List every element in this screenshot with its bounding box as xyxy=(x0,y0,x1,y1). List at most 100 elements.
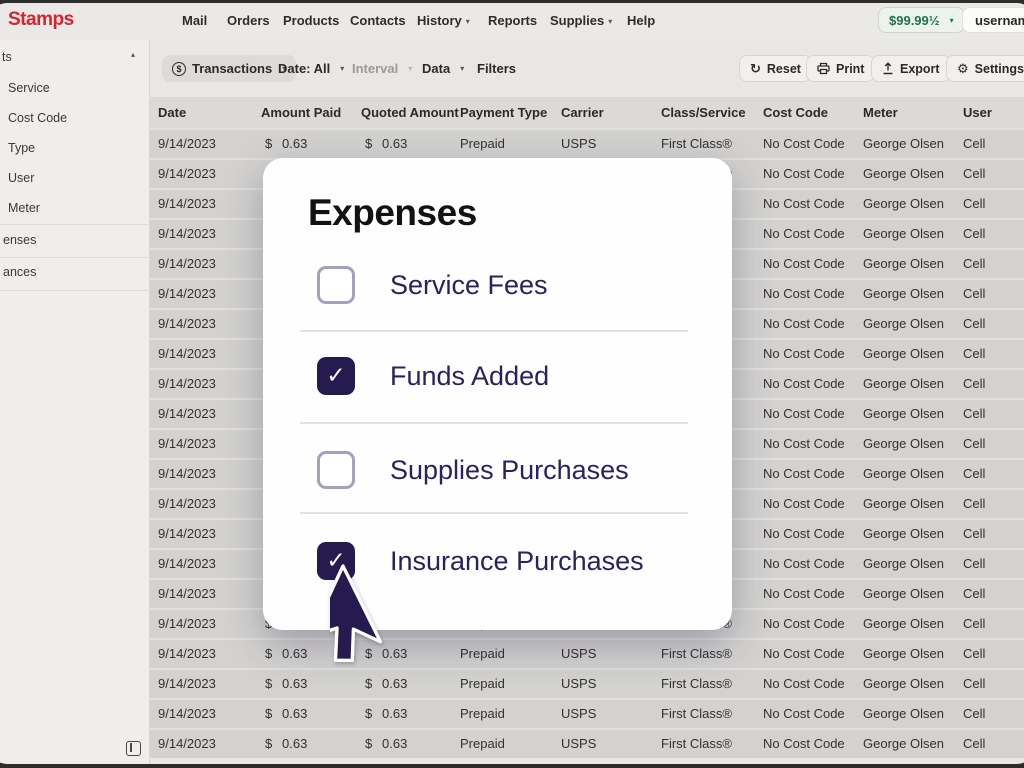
column-header-quoted_amount[interactable]: Quoted Amount xyxy=(361,97,459,128)
cell-meter: George Olsen xyxy=(863,310,944,338)
nav-item-reports[interactable]: Reports xyxy=(488,13,537,28)
cell-user: Cell xyxy=(963,430,985,458)
cell-payment_type: Prepaid xyxy=(460,670,505,698)
nav-item-contacts[interactable]: Contacts xyxy=(350,13,406,28)
checkbox-supplies-purchases[interactable] xyxy=(317,451,355,489)
cell-cost_code: No Cost Code xyxy=(763,430,845,458)
nav-item-orders[interactable]: Orders xyxy=(227,13,270,28)
sidebar-item-user[interactable]: User xyxy=(8,171,34,185)
cell-quoted_amount-currency: $ xyxy=(365,700,372,728)
option-label-insurance-purchases[interactable]: Insurance Purchases xyxy=(390,542,644,580)
column-header-date[interactable]: Date xyxy=(158,97,186,128)
option-label-supplies-purchases[interactable]: Supplies Purchases xyxy=(390,451,629,489)
cell-amount_paid: 0.63 xyxy=(282,670,307,698)
cell-cost_code: No Cost Code xyxy=(763,370,845,398)
checkbox-service-fees[interactable] xyxy=(317,266,355,304)
settings-button[interactable]: ⚙ Settings xyxy=(946,55,1024,82)
cell-amount_paid-currency: $ xyxy=(265,640,272,668)
export-button[interactable]: Export xyxy=(871,55,951,82)
sidebar-item-ances[interactable]: ances xyxy=(3,265,36,279)
transactions-dropdown[interactable]: $ Transactions ▾ xyxy=(162,55,296,82)
cell-date: 9/14/2023 xyxy=(158,730,216,758)
data-label: Data xyxy=(422,61,450,76)
cell-meter: George Olsen xyxy=(863,700,944,728)
cell-date: 9/14/2023 xyxy=(158,460,216,488)
checkbox-insurance-purchases[interactable]: ✓ xyxy=(317,542,355,580)
cell-meter: George Olsen xyxy=(863,220,944,248)
table-row[interactable]: 9/14/2023$0.63$0.63PrepaidUSPSFirst Clas… xyxy=(150,728,1024,758)
expenses-modal: Expenses Service Fees✓Funds AddedSupplie… xyxy=(263,158,732,630)
checkbox-funds-added[interactable]: ✓ xyxy=(317,357,355,395)
cell-quoted_amount: 0.63 xyxy=(382,700,407,728)
column-header-amount_paid[interactable]: Amount Paid xyxy=(261,97,341,128)
stamps-logo[interactable]: Stamps xyxy=(8,9,74,31)
cell-user: Cell xyxy=(963,610,985,638)
cell-carrier: USPS xyxy=(561,640,596,668)
cell-date: 9/14/2023 xyxy=(158,490,216,518)
chevron-down-icon: ▾ xyxy=(608,17,612,26)
cell-cost_code: No Cost Code xyxy=(763,220,845,248)
chevron-down-icon: ▾ xyxy=(466,17,470,26)
cell-date: 9/14/2023 xyxy=(158,670,216,698)
column-header-meter[interactable]: Meter xyxy=(863,97,898,128)
date-filter-label: Date: All xyxy=(278,61,330,76)
nav-item-help[interactable]: Help xyxy=(627,13,655,28)
cell-amount_paid: 0.63 xyxy=(282,700,307,728)
column-header-carrier[interactable]: Carrier xyxy=(561,97,604,128)
option-label-funds-added[interactable]: Funds Added xyxy=(390,357,549,395)
cell-payment_type: Prepaid xyxy=(460,130,505,158)
table-row[interactable]: 9/14/2023$0.63$0.63PrepaidUSPSFirst Clas… xyxy=(150,638,1024,668)
cell-quoted_amount: 0.63 xyxy=(382,730,407,758)
chevron-up-icon[interactable]: ▴ xyxy=(131,50,135,59)
data-dropdown[interactable]: Data ▾ xyxy=(422,55,464,82)
cell-quoted_amount-currency: $ xyxy=(365,730,372,758)
sidebar: ts ▴ Service Cost Code Type User Meter enses anc… xyxy=(0,40,150,764)
column-header-payment_type[interactable]: Payment Type xyxy=(460,97,547,128)
cell-class_service: First Class® xyxy=(661,130,732,158)
balance-button[interactable]: $99.99½ ▾ xyxy=(878,7,965,33)
cell-quoted_amount: 0.63 xyxy=(382,130,407,158)
sidebar-divider xyxy=(0,224,150,225)
column-header-cost_code[interactable]: Cost Code xyxy=(763,97,828,128)
sidebar-item-service[interactable]: Service xyxy=(8,81,50,95)
reset-button[interactable]: ↻ Reset xyxy=(739,55,812,82)
table-row[interactable]: 9/14/2023$0.63$0.63PrepaidUSPSFirst Clas… xyxy=(150,128,1024,158)
cell-user: Cell xyxy=(963,580,985,608)
cell-meter: George Olsen xyxy=(863,430,944,458)
panel-collapse-icon[interactable] xyxy=(126,741,141,756)
cell-date: 9/14/2023 xyxy=(158,280,216,308)
date-filter-dropdown[interactable]: Date: All ▾ xyxy=(278,55,344,82)
cell-carrier: USPS xyxy=(561,730,596,758)
username-button[interactable]: username xyxy=(962,7,1024,33)
column-header-class_service[interactable]: Class/Service xyxy=(661,97,746,128)
filters-button[interactable]: Filters xyxy=(477,55,516,82)
cell-date: 9/14/2023 xyxy=(158,190,216,218)
sidebar-item-meter[interactable]: Meter xyxy=(8,201,40,215)
nav-item-history[interactable]: History▾ xyxy=(417,13,470,28)
print-button[interactable]: Print xyxy=(806,55,875,82)
table-row[interactable]: 9/14/2023$0.63$0.63PrepaidUSPSFirst Clas… xyxy=(150,668,1024,698)
sidebar-divider xyxy=(0,290,150,291)
sidebar-item-enses[interactable]: enses xyxy=(3,233,36,247)
cell-amount_paid-currency: $ xyxy=(265,130,272,158)
column-header-user[interactable]: User xyxy=(963,97,992,128)
sidebar-item-type[interactable]: Type xyxy=(8,141,35,155)
table-row[interactable]: 9/14/2023$0.63$0.63PrepaidUSPSFirst Clas… xyxy=(150,698,1024,728)
cell-cost_code: No Cost Code xyxy=(763,160,845,188)
cell-meter: George Olsen xyxy=(863,400,944,428)
cell-user: Cell xyxy=(963,130,985,158)
nav-item-mail[interactable]: Mail xyxy=(182,13,207,28)
cell-user: Cell xyxy=(963,160,985,188)
cell-meter: George Olsen xyxy=(863,160,944,188)
option-label-service-fees[interactable]: Service Fees xyxy=(390,266,548,304)
nav-item-supplies[interactable]: Supplies▾ xyxy=(550,13,612,28)
print-label: Print xyxy=(836,62,864,76)
cell-date: 9/14/2023 xyxy=(158,370,216,398)
reset-label: Reset xyxy=(767,62,801,76)
nav-item-products[interactable]: Products xyxy=(283,13,339,28)
cell-user: Cell xyxy=(963,220,985,248)
sidebar-item-ts[interactable]: ts xyxy=(2,50,12,64)
cell-date: 9/14/2023 xyxy=(158,430,216,458)
cell-class_service: First Class® xyxy=(661,700,732,728)
sidebar-item-cost-code[interactable]: Cost Code xyxy=(8,111,67,125)
